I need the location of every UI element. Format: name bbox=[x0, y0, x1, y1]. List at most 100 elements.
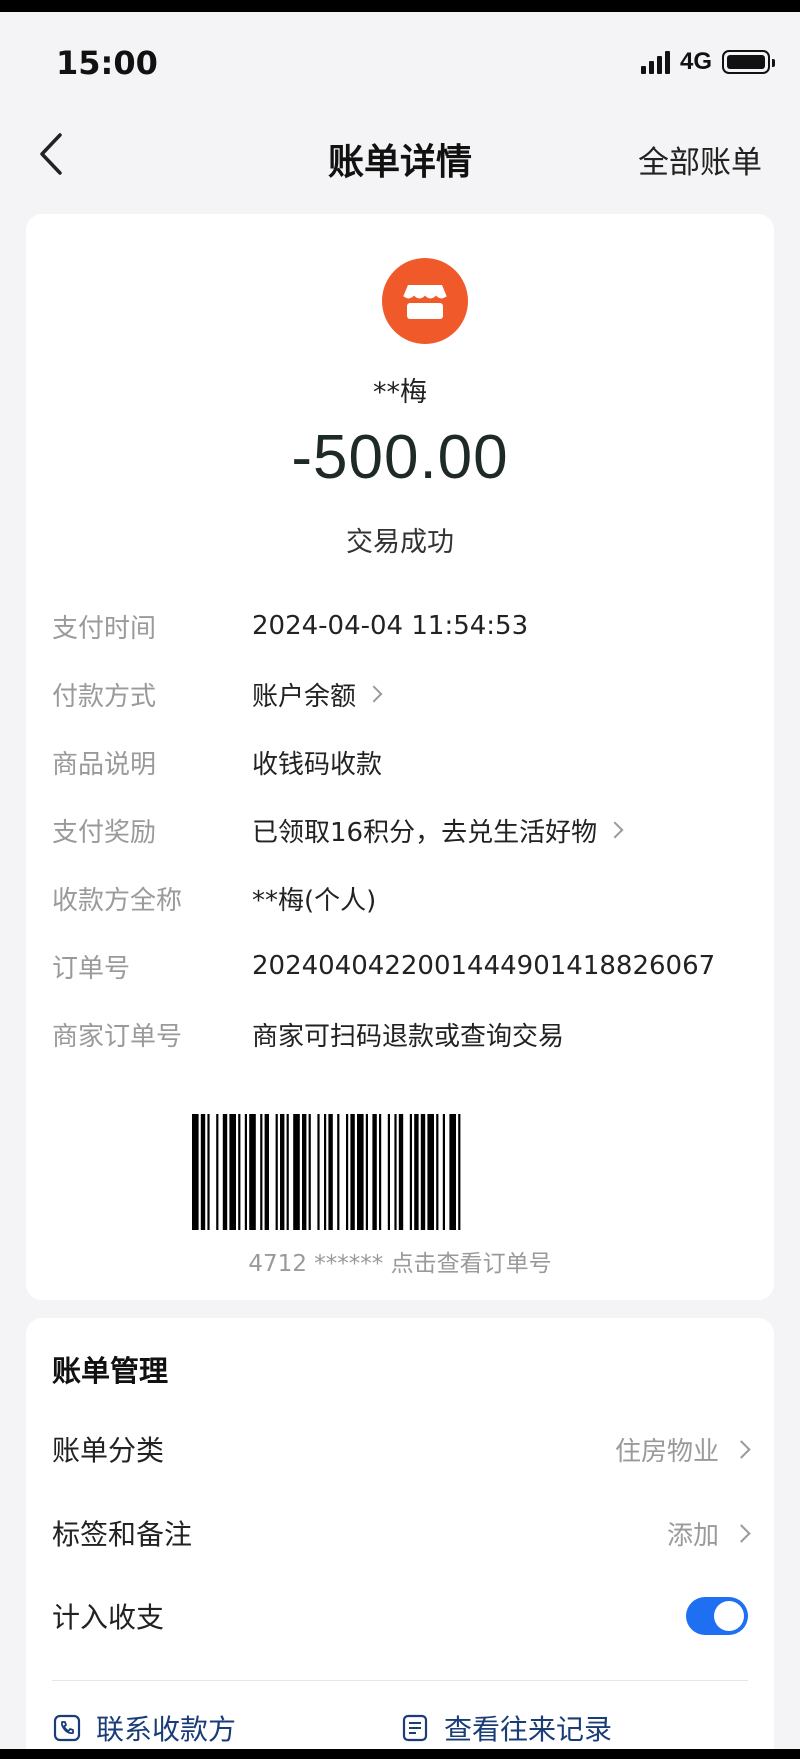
detail-row-pay-method[interactable]: 付款方式 账户余额 bbox=[52, 674, 752, 714]
status-indicators: 4G bbox=[640, 48, 775, 76]
barcode-bar bbox=[200, 1114, 206, 1230]
merchant-avatar bbox=[382, 258, 468, 344]
barcode-bar bbox=[328, 1114, 333, 1230]
detail-value: 收钱码收款 bbox=[252, 749, 383, 780]
chevron-right-icon bbox=[606, 821, 624, 839]
detail-value: 已领取16积分，去兑生活好物 bbox=[252, 812, 624, 849]
barcode-bar bbox=[293, 1114, 300, 1230]
battery-icon bbox=[722, 50, 775, 74]
nav-bar: 账单详情 全部账单 bbox=[0, 115, 800, 195]
detail-label: 收款方全称 bbox=[52, 885, 183, 916]
detail-label: 支付时间 bbox=[52, 613, 157, 644]
detail-label: 商家订单号 bbox=[52, 1021, 183, 1052]
barcode-bar bbox=[379, 1114, 382, 1230]
chevron-right-icon bbox=[732, 1439, 751, 1459]
barcode-bar bbox=[350, 1114, 355, 1230]
barcode-bar bbox=[238, 1114, 241, 1230]
chevron-right-icon bbox=[732, 1523, 751, 1543]
barcode-bar bbox=[372, 1114, 377, 1230]
detail-value: 商家可扫码退款或查询交易 bbox=[252, 1021, 565, 1052]
view-history-button[interactable]: 查看往来记录 bbox=[400, 1708, 612, 1748]
phone-icon bbox=[53, 1714, 81, 1742]
signal-icon bbox=[640, 50, 670, 74]
barcode-bar bbox=[387, 1114, 390, 1230]
detail-row-pay-time: 支付时间 2024-04-04 11:54:53 bbox=[52, 606, 752, 646]
detail-value: 账户余额 bbox=[252, 676, 383, 713]
manage-label: 计入收支 bbox=[52, 1601, 165, 1634]
barcode-bar bbox=[394, 1114, 397, 1230]
detail-row-order-no: 订单号 2024040422001444901418826067 bbox=[52, 946, 752, 986]
detail-label: 付款方式 bbox=[52, 681, 157, 712]
network-type: 4G bbox=[679, 48, 712, 75]
barcode-bar bbox=[229, 1114, 236, 1230]
barcode-bar bbox=[244, 1114, 247, 1230]
contact-payee-button[interactable]: 联系收款方 bbox=[52, 1708, 236, 1748]
barcode-bar bbox=[337, 1114, 340, 1230]
action-label: 查看往来记录 bbox=[444, 1713, 613, 1746]
bottom-edge bbox=[0, 1749, 800, 1759]
detail-label: 订单号 bbox=[52, 953, 131, 984]
detail-label: 商品说明 bbox=[52, 749, 157, 780]
barcode-bar bbox=[275, 1114, 278, 1230]
barcode-bar bbox=[260, 1114, 263, 1230]
barcode-bar bbox=[249, 1114, 256, 1230]
store-icon bbox=[402, 285, 448, 319]
barcode-bar bbox=[442, 1114, 445, 1230]
barcode-bar bbox=[436, 1114, 439, 1230]
barcode-bar bbox=[365, 1114, 368, 1230]
status-time: 15:00 bbox=[56, 44, 158, 82]
barcode-bar bbox=[346, 1114, 349, 1230]
top-edge bbox=[0, 0, 800, 12]
order-barcode[interactable] bbox=[192, 1114, 610, 1230]
back-button[interactable] bbox=[30, 129, 80, 179]
barcode-bar bbox=[398, 1114, 404, 1230]
bill-detail-card: **梅 -500.00 交易成功 支付时间 2024-04-04 11:54:5… bbox=[26, 214, 774, 1300]
barcode-bar bbox=[222, 1114, 228, 1230]
manage-label: 标签和备注 bbox=[52, 1518, 193, 1551]
bill-management-card: 账单管理 账单分类 住房物业 标签和备注 添加 计入收支 联系收款方 查看往来记… bbox=[26, 1318, 774, 1759]
count-in-budget-row: 计入收支 bbox=[52, 1591, 748, 1641]
barcode-bar bbox=[216, 1114, 219, 1230]
records-icon bbox=[402, 1714, 428, 1742]
back-arrow-icon bbox=[40, 133, 62, 175]
detail-value: 2024-04-04 11:54:53 bbox=[252, 611, 529, 641]
barcode-caption[interactable]: 4712 ****** 点击查看订单号 bbox=[26, 1244, 774, 1278]
count-in-budget-toggle[interactable] bbox=[686, 1597, 748, 1635]
detail-row-payee: 收款方全称 **梅(个人) bbox=[52, 878, 752, 918]
barcode-bar bbox=[192, 1114, 199, 1230]
chevron-right-icon bbox=[365, 685, 383, 703]
barcode-bar bbox=[357, 1114, 364, 1230]
detail-row-description: 商品说明 收钱码收款 bbox=[52, 742, 752, 782]
barcode-bar bbox=[458, 1114, 461, 1230]
detail-label: 支付奖励 bbox=[52, 817, 157, 848]
toggle-knob bbox=[714, 1601, 744, 1631]
merchant-name: **梅 bbox=[373, 377, 427, 408]
barcode-bar bbox=[302, 1114, 307, 1230]
transaction-status: 交易成功 bbox=[346, 527, 454, 558]
divider bbox=[52, 1680, 748, 1681]
detail-row-reward[interactable]: 支付奖励 已领取16积分，去兑生活好物 bbox=[52, 810, 752, 850]
barcode-bar bbox=[280, 1114, 285, 1230]
barcode-bar bbox=[414, 1114, 419, 1230]
barcode-bar bbox=[324, 1114, 327, 1230]
barcode-bar bbox=[409, 1114, 412, 1230]
manage-label: 账单分类 bbox=[52, 1434, 165, 1467]
barcode-bar bbox=[207, 1114, 210, 1230]
barcode-bar bbox=[317, 1114, 320, 1230]
detail-row-merchant-order: 商家订单号 商家可扫码退款或查询交易 bbox=[52, 1014, 752, 1054]
tags-notes-row[interactable]: 标签和备注 添加 bbox=[52, 1508, 751, 1558]
status-bar: 15:00 4G bbox=[0, 12, 800, 112]
barcode-bar bbox=[427, 1114, 434, 1230]
manage-value: 添加 bbox=[667, 1515, 751, 1552]
action-label: 联系收款方 bbox=[96, 1713, 237, 1746]
barcode-bar bbox=[308, 1114, 311, 1230]
barcode-bar bbox=[449, 1114, 456, 1230]
amount: -500.00 bbox=[291, 423, 509, 492]
section-title: 账单管理 bbox=[52, 1354, 169, 1388]
bill-category-row[interactable]: 账单分类 住房物业 bbox=[52, 1424, 751, 1474]
barcode-bar bbox=[420, 1114, 426, 1230]
detail-value: 2024040422001444901418826067 bbox=[252, 951, 716, 981]
manage-value: 住房物业 bbox=[615, 1431, 751, 1468]
detail-value: **梅(个人) bbox=[252, 885, 377, 916]
all-bills-link[interactable]: 全部账单 bbox=[638, 137, 762, 182]
